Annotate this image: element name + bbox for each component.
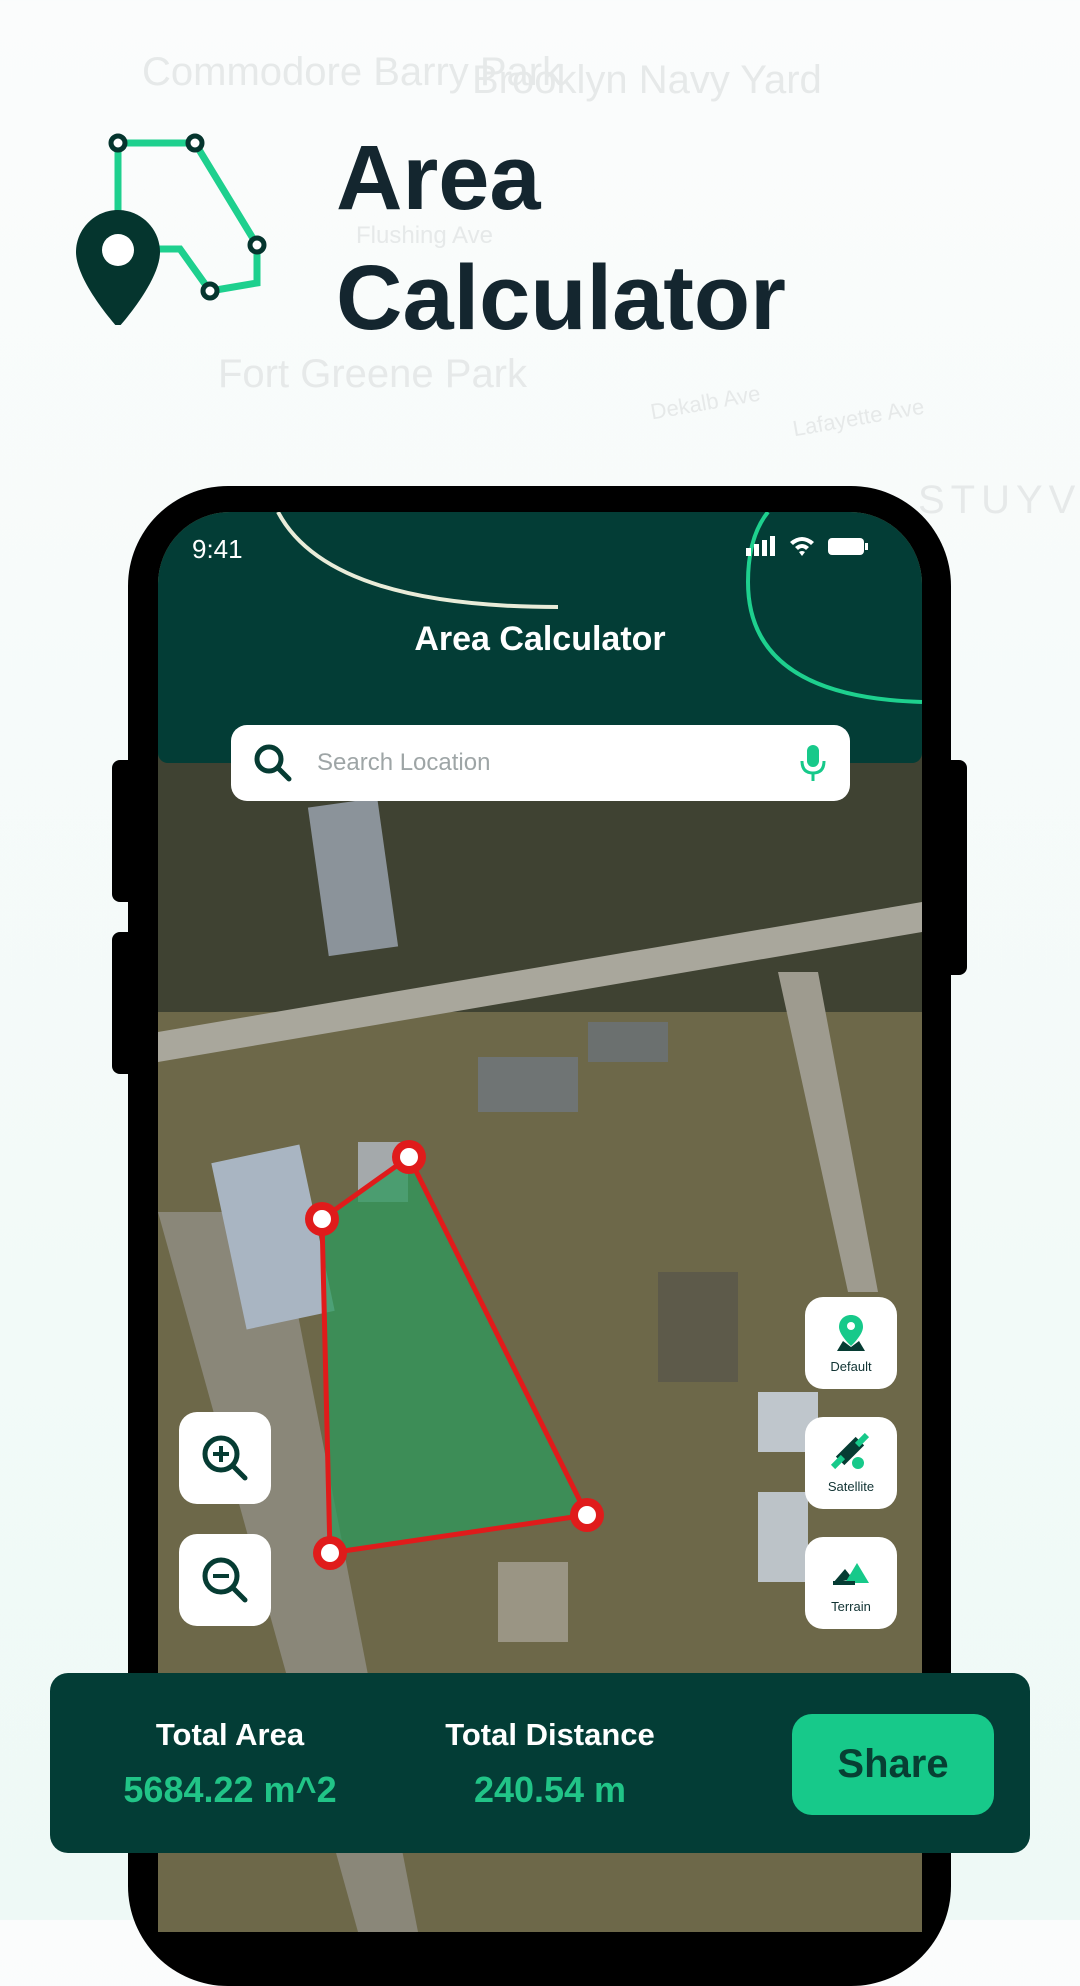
search-icon — [254, 744, 292, 782]
map-type-default-button[interactable]: Default — [805, 1297, 897, 1389]
bg-label: STUYVE — [918, 478, 1080, 522]
map-type-label: Satellite — [827, 1478, 875, 1494]
total-distance-value: 240.54 m — [473, 1769, 627, 1810]
satellite-icon — [831, 1432, 870, 1469]
total-area-label: Total Area — [155, 1717, 305, 1752]
search-bar[interactable]: Search Location — [231, 725, 850, 801]
bg-label: Fort Greene Park — [218, 352, 528, 396]
zoom-out-button[interactable] — [179, 1534, 271, 1626]
mountain-icon — [833, 1562, 869, 1585]
status-icons — [746, 536, 868, 556]
search-input[interactable]: Search Location — [317, 749, 798, 777]
zoom-in-icon — [202, 1435, 248, 1481]
bg-label: Dekalb Ave — [648, 380, 763, 425]
status-time: 9:41 — [192, 534, 243, 564]
hero-title-line2: Calculator — [336, 247, 786, 349]
total-distance-label: Total Distance — [445, 1717, 655, 1752]
total-area: Total Area 5684.22 m^2 — [90, 1717, 370, 1811]
map-type-terrain-button[interactable]: Terrain — [805, 1537, 897, 1629]
hero-title-line1: Area — [336, 127, 541, 229]
summary-panel: Total Area 5684.22 m^2 Total Distance 24… — [50, 1673, 1030, 1853]
total-area-value: 5684.22 m^2 — [123, 1769, 337, 1810]
map-type-label: Default — [830, 1358, 872, 1374]
map-pin-icon — [837, 1314, 865, 1351]
zoom-out-icon — [202, 1557, 248, 1603]
microphone-icon[interactable] — [798, 743, 828, 783]
hero-title: Area Calculator — [336, 118, 786, 358]
app-title: Area Calculator — [414, 620, 666, 658]
wifi-icon — [790, 537, 814, 556]
zoom-in-button[interactable] — [179, 1412, 271, 1504]
bg-label: Brooklyn Navy Yard — [472, 58, 822, 102]
map-type-label: Terrain — [831, 1598, 871, 1614]
bg-label: Lafayette Ave — [790, 393, 927, 442]
battery-icon — [828, 538, 864, 555]
app-logo-icon — [76, 133, 267, 325]
signal-icon — [746, 536, 775, 556]
total-distance: Total Distance 240.54 m — [410, 1717, 690, 1811]
map-type-satellite-button[interactable]: Satellite — [805, 1417, 897, 1509]
share-button[interactable]: Share — [792, 1714, 994, 1815]
